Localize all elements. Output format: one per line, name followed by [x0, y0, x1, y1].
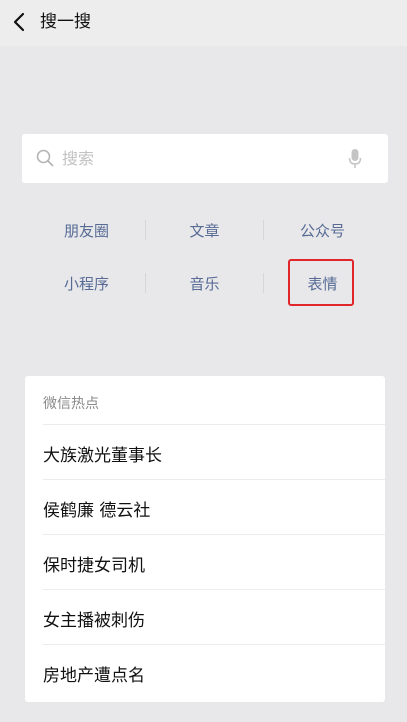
hot-topic-label: 大族激光董事长 — [43, 446, 162, 466]
hot-topic-item[interactable]: 房地产遭点名 — [43, 644, 385, 699]
hot-topic-item[interactable]: 女主播被刺伤 — [43, 589, 385, 644]
hot-topic-label: 女主播被刺伤 — [43, 611, 145, 631]
hot-topic-item[interactable]: 侯鹤廉 德云社 — [43, 479, 385, 534]
category-mini-programs[interactable]: 小程序 — [28, 257, 145, 309]
category-official-accounts[interactable]: 公众号 — [264, 204, 381, 256]
hot-topics-title: 微信热点 — [43, 396, 99, 412]
microphone-icon[interactable] — [348, 148, 362, 170]
hot-topics-panel: 微信热点 大族激光董事长 侯鹤廉 德云社 保时捷女司机 女主播被刺伤 房地产遭点… — [25, 376, 385, 702]
hot-topic-label: 房地产遭点名 — [43, 666, 145, 686]
hot-topic-label: 保时捷女司机 — [43, 556, 145, 576]
category-moments[interactable]: 朋友圈 — [28, 204, 145, 256]
category-articles[interactable]: 文章 — [146, 204, 263, 256]
search-bar[interactable] — [22, 134, 388, 183]
hot-topic-item[interactable]: 保时捷女司机 — [43, 534, 385, 589]
page-title: 搜一搜 — [40, 12, 91, 32]
hot-topic-item[interactable]: 大族激光董事长 — [43, 424, 385, 479]
search-input[interactable] — [62, 146, 342, 170]
category-music[interactable]: 音乐 — [146, 257, 263, 309]
back-button[interactable] — [6, 8, 32, 36]
search-icon — [36, 149, 54, 167]
highlight-annotation — [288, 259, 354, 306]
chevron-left-icon — [13, 12, 25, 32]
hot-topic-label: 侯鹤廉 德云社 — [43, 501, 151, 521]
top-bar: 搜一搜 — [0, 0, 407, 46]
